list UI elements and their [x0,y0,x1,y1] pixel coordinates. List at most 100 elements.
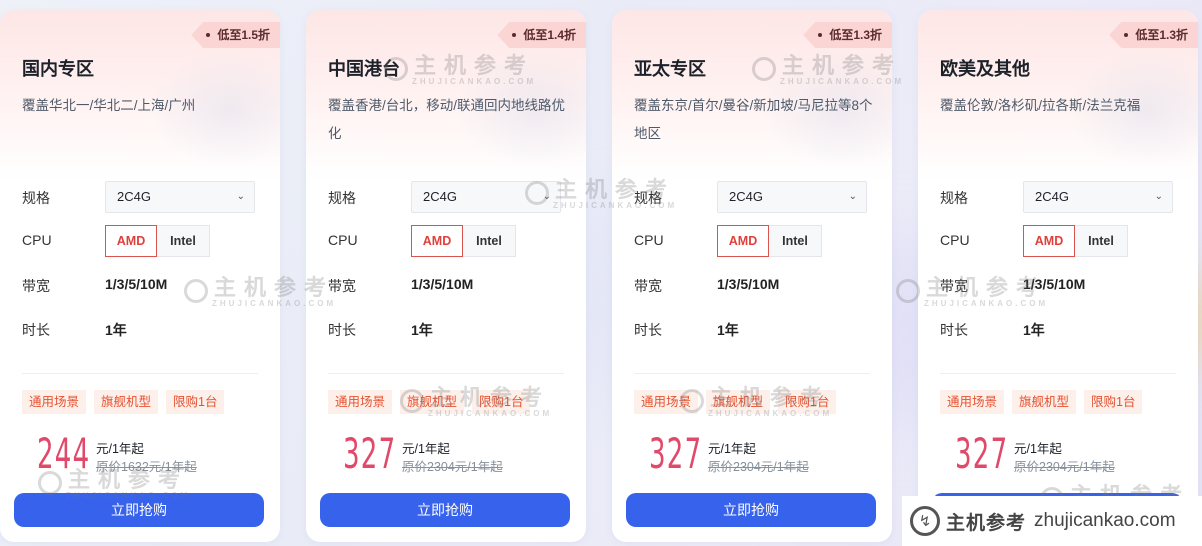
plan-title: 中国港台 [328,59,400,79]
price-unit: 元/1年起 [96,442,144,456]
plan-card-hk-tw: 低至1.4折 中国港台 覆盖香港/台北，移动/联通回内地线路优化 规格 2C4G… [306,10,586,542]
tag: 旗舰机型 [94,390,159,414]
cpu-label: CPU [22,232,52,248]
spec-select-value: 2C4G [1035,189,1069,204]
discount-badge: 低至1.4折 [497,22,586,48]
cpu-option-intel[interactable]: Intel [1075,225,1128,257]
original-price: 原价1632元/1年起 [96,460,197,474]
original-price: 原价2304元/1年起 [402,460,503,474]
price-unit: 元/1年起 [402,442,450,456]
duration-label: 时长 [634,322,662,338]
tag: 限购1台 [778,390,837,414]
spec-label: 规格 [940,190,968,206]
cpu-option-intel[interactable]: Intel [463,225,516,257]
cpu-option-intel[interactable]: Intel [769,225,822,257]
original-price: 原价2304元/1年起 [1014,460,1115,474]
plan-title: 国内专区 [22,59,94,79]
bandwidth-value: 1/3/5/10M [1023,276,1086,292]
plan-description: 覆盖伦敦/洛杉矶/拉各斯/法兰克福 [940,98,1141,113]
tag-list: 通用场景 旗舰机型 限购1台 [22,390,225,414]
dot-icon [818,33,823,37]
duration-value: 1年 [411,322,433,338]
tag: 旗舰机型 [706,390,771,414]
tag-list: 通用场景 旗舰机型 限购1台 [328,390,531,414]
cpu-option-amd[interactable]: AMD [1023,225,1075,257]
chevron-down-icon: ⌄ [1154,191,1163,202]
cpu-label: CPU [328,232,358,248]
tag: 限购1台 [1084,390,1143,414]
bandwidth-value: 1/3/5/10M [717,276,780,292]
lightning-logo-icon: ↯ [910,506,940,536]
tag: 通用场景 [634,390,699,414]
tag: 限购1台 [472,390,531,414]
cpu-option-amd[interactable]: AMD [717,225,769,257]
bandwidth-label: 带宽 [940,278,968,294]
dot-icon [1124,33,1129,37]
cpu-option-amd[interactable]: AMD [411,225,463,257]
plan-title: 欧美及其他 [940,59,1030,79]
tag: 通用场景 [940,390,1005,414]
price-value: 327 [343,429,397,478]
cpu-label: CPU [940,232,970,248]
tag: 旗舰机型 [1012,390,1077,414]
duration-label: 时长 [22,322,50,338]
price-value: 244 [37,429,91,478]
buy-now-button[interactable]: 立即抢购 [626,493,876,527]
spec-select[interactable]: 2C4G ⌄ [411,181,561,213]
plan-cards: 低至1.5折 国内专区 覆盖华北一/华北二/上海/广州 规格 2C4G ⌄ CPU… [0,0,1202,546]
cpu-selector: AMD Intel [717,225,822,257]
cpu-label: CPU [634,232,664,248]
tag-list: 通用场景 旗舰机型 限购1台 [634,390,837,414]
duration-value: 1年 [105,322,127,338]
dot-icon [206,33,211,37]
price-unit: 元/1年起 [1014,442,1062,456]
site-watermark-banner: ↯ 主机参考 zhujicankao.com [902,496,1202,546]
discount-badge: 低至1.3折 [803,22,892,48]
discount-text: 低至1.5折 [217,28,270,42]
divider [22,373,258,374]
bandwidth-label: 带宽 [634,278,662,294]
spec-select-value: 2C4G [117,189,151,204]
spec-select[interactable]: 2C4G ⌄ [1023,181,1173,213]
dot-icon [512,33,517,37]
duration-label: 时长 [328,322,356,338]
discount-text: 低至1.3折 [1135,28,1188,42]
discount-badge: 低至1.3折 [1109,22,1198,48]
tag: 旗舰机型 [400,390,465,414]
chevron-down-icon: ⌄ [236,191,245,202]
plan-title: 亚太专区 [634,59,706,79]
discount-badge: 低至1.5折 [191,22,280,48]
tag: 通用场景 [328,390,393,414]
tag: 限购1台 [166,390,225,414]
discount-text: 低至1.3折 [829,28,882,42]
spec-select[interactable]: 2C4G ⌄ [105,181,255,213]
plan-card-asia-pacific: 低至1.3折 亚太专区 覆盖东京/首尔/曼谷/新加坡/马尼拉等8个地区 规格 2… [612,10,892,542]
cpu-selector: AMD Intel [411,225,516,257]
tag: 通用场景 [22,390,87,414]
cpu-selector: AMD Intel [105,225,210,257]
price-value: 327 [955,429,1009,478]
buy-now-button[interactable]: 立即抢购 [14,493,264,527]
plan-description: 覆盖东京/首尔/曼谷/新加坡/马尼拉等8个地区 [634,98,873,141]
duration-value: 1年 [717,322,739,338]
spec-label: 规格 [328,190,356,206]
cpu-selector: AMD Intel [1023,225,1128,257]
chevron-down-icon: ⌄ [542,191,551,202]
bandwidth-label: 带宽 [328,278,356,294]
duration-value: 1年 [1023,322,1045,338]
plan-card-domestic: 低至1.5折 国内专区 覆盖华北一/华北二/上海/广州 规格 2C4G ⌄ CPU… [0,10,280,542]
price-unit: 元/1年起 [708,442,756,456]
bandwidth-value: 1/3/5/10M [411,276,474,292]
divider [328,373,564,374]
cpu-option-intel[interactable]: Intel [157,225,210,257]
site-name: 主机参考 [946,512,1027,534]
duration-label: 时长 [940,322,968,338]
plan-card-europe-americas: 低至1.3折 欧美及其他 覆盖伦敦/洛杉矶/拉各斯/法兰克福 规格 2C4G ⌄ … [918,10,1198,542]
cpu-option-amd[interactable]: AMD [105,225,157,257]
spec-select[interactable]: 2C4G ⌄ [717,181,867,213]
plan-description: 覆盖华北一/华北二/上海/广州 [22,98,196,113]
plan-description: 覆盖香港/台北，移动/联通回内地线路优化 [328,98,566,141]
bandwidth-label: 带宽 [22,278,50,294]
buy-now-button[interactable]: 立即抢购 [320,493,570,527]
price-value: 327 [649,429,703,478]
